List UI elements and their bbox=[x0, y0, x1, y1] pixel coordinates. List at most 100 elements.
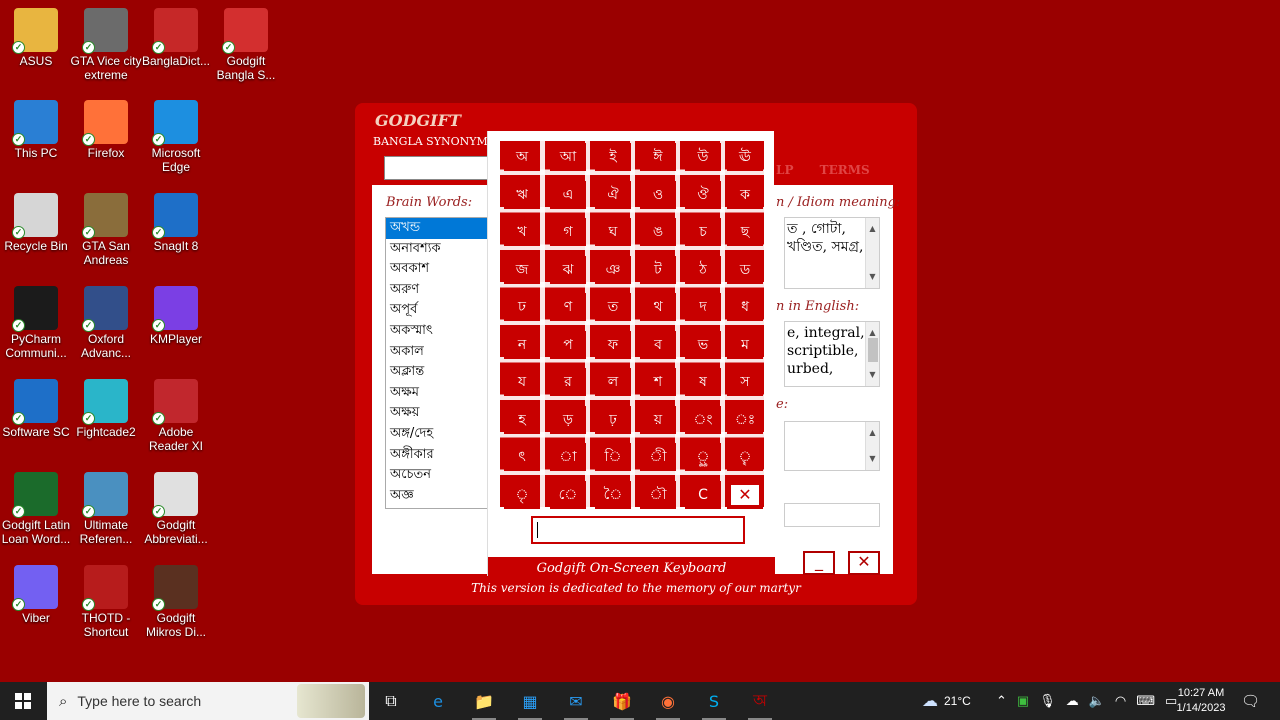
firefox-icon[interactable]: ◉ bbox=[648, 686, 688, 720]
desktop-shortcut[interactable]: ✓ Firefox bbox=[70, 100, 142, 160]
list-item[interactable]: অচেতন bbox=[386, 465, 488, 486]
keyboard-key[interactable]: ক bbox=[729, 182, 761, 207]
list-item[interactable]: অখন্ড bbox=[386, 218, 488, 239]
list-item[interactable]: অক্লান্ত bbox=[386, 362, 488, 383]
keyboard-key[interactable]: ি bbox=[597, 445, 629, 469]
list-item[interactable]: অনাবশ্যক bbox=[386, 239, 488, 260]
keyboard-key[interactable]: ঞ bbox=[597, 257, 629, 282]
store-icon[interactable]: ▦ bbox=[510, 686, 550, 720]
keyboard-key[interactable]: এ bbox=[552, 182, 584, 207]
close-button[interactable]: ✕ bbox=[848, 551, 880, 575]
desktop-shortcut[interactable]: ✓ Software SC bbox=[0, 379, 72, 439]
desktop-shortcut[interactable]: ✓ THOTD - Shortcut bbox=[70, 565, 142, 639]
keyboard-key[interactable]: উ bbox=[687, 145, 719, 169]
task-view-icon[interactable]: ⧉ bbox=[371, 686, 411, 716]
mail-icon[interactable]: ✉ bbox=[556, 686, 596, 720]
desktop-shortcut[interactable]: ✓ PyCharm Communi... bbox=[0, 286, 72, 360]
keyboard-key[interactable]: ট bbox=[642, 257, 674, 282]
scrollbar[interactable]: ▲ ▼ bbox=[865, 218, 879, 288]
desktop-shortcut[interactable]: ✓ Oxford Advanc... bbox=[70, 286, 142, 360]
desktop-shortcut[interactable]: ✓ This PC bbox=[0, 100, 72, 160]
desktop-shortcut[interactable]: ✓ Godgift Bangla S... bbox=[210, 8, 282, 82]
keyboard-key[interactable]: ন bbox=[506, 332, 538, 357]
english-meaning-box[interactable]: e, integral, scriptible, urbed, ▲ ▼ bbox=[784, 321, 880, 387]
desktop-shortcut[interactable]: ✓ Microsoft Edge bbox=[140, 100, 212, 174]
desktop-shortcut[interactable]: ✓ Godgift Latin Loan Word... bbox=[0, 472, 72, 546]
keyboard-key[interactable]: জ bbox=[506, 257, 538, 282]
keyboard-key[interactable]: হ bbox=[506, 407, 538, 432]
keyboard-key[interactable]: ঙ bbox=[642, 220, 674, 244]
keyboard-key[interactable]: ষ bbox=[687, 370, 719, 394]
cloud-sync-icon[interactable]: ☁ bbox=[1066, 693, 1079, 709]
notifications-icon[interactable]: 🗨 bbox=[1241, 682, 1260, 720]
godgift-icon[interactable]: অ bbox=[740, 686, 780, 720]
keyboard-key[interactable]: থ bbox=[642, 295, 674, 319]
language-icon[interactable]: ⌨ bbox=[1136, 693, 1155, 709]
keyboard-key[interactable]: ৗ bbox=[642, 482, 674, 507]
word-list[interactable]: অখন্ড অনাবশ্যক অবকাশ অরুণ অপূর্ব অকস্মাৎ অকাল অ… bbox=[385, 217, 489, 509]
desktop-shortcut[interactable]: ✓ Fightcade2 bbox=[70, 379, 142, 439]
keyboard-key[interactable]: ৃ bbox=[506, 482, 538, 507]
desktop-shortcut[interactable]: ✓ GTA San Andreas bbox=[70, 193, 142, 267]
keyboard-key[interactable]: ফ bbox=[597, 332, 629, 357]
keyboard-key[interactable]: ণ bbox=[552, 295, 584, 319]
volume-icon[interactable]: 🔈 bbox=[1089, 693, 1105, 709]
keyboard-key[interactable]: ম bbox=[729, 332, 761, 357]
keyboard-key[interactable]: ী bbox=[642, 445, 674, 469]
keyboard-key[interactable]: ঈ bbox=[642, 145, 674, 169]
keyboard-key[interactable]: প bbox=[552, 332, 584, 357]
fourth-field-box[interactable] bbox=[784, 503, 880, 527]
keyboard-key[interactable]: ে bbox=[552, 482, 584, 507]
keyboard-key[interactable]: ভ bbox=[687, 332, 719, 357]
keyboard-key[interactable]: ৄ bbox=[729, 445, 761, 469]
scrollbar[interactable]: ▲ ▼ bbox=[865, 322, 879, 386]
chevron-up-icon[interactable]: ⌃ bbox=[996, 693, 1007, 709]
keyboard-key[interactable]: ও bbox=[642, 182, 674, 207]
list-item[interactable]: অক্ষয় bbox=[386, 403, 488, 424]
keyboard-key[interactable]: র bbox=[552, 370, 584, 394]
list-item[interactable]: অরুণ bbox=[386, 280, 488, 301]
desktop-shortcut[interactable]: ✓ GTA Vice city extreme bbox=[70, 8, 142, 82]
keyboard-key[interactable]: ঠ bbox=[687, 257, 719, 282]
list-item[interactable]: অকাল bbox=[386, 342, 488, 363]
list-item[interactable]: অজ্ঞ bbox=[386, 486, 488, 507]
tab-terms[interactable]: TERMS bbox=[820, 163, 870, 177]
wifi-icon[interactable]: ◠ bbox=[1115, 693, 1126, 709]
keyboard-input[interactable] bbox=[531, 516, 745, 544]
keyboard-key[interactable]: ড় bbox=[552, 407, 584, 432]
minimize-button[interactable]: _ bbox=[803, 551, 835, 575]
edge-icon[interactable]: e bbox=[418, 686, 458, 716]
keyboard-key[interactable]: ই bbox=[597, 145, 629, 169]
keyboard-key[interactable]: য bbox=[506, 370, 538, 394]
list-item[interactable]: অক্ষম bbox=[386, 383, 488, 404]
start-button[interactable] bbox=[0, 682, 46, 720]
keyboard-key[interactable]: C bbox=[687, 482, 719, 507]
keyboard-key[interactable]: ঃ bbox=[729, 407, 761, 432]
file-explorer-icon[interactable]: 📁 bbox=[464, 686, 504, 720]
keyboard-key[interactable]: ড bbox=[729, 257, 761, 282]
idiom-meaning-box[interactable]: ত , গোটা, খণ্ডিত, সমগ্র, ▲ ▼ bbox=[784, 217, 880, 289]
keyboard-key[interactable]: অ bbox=[506, 145, 538, 169]
list-item[interactable]: অপূর্ব bbox=[386, 300, 488, 321]
weather-widget[interactable]: ☁ 21°C bbox=[922, 682, 971, 720]
keyboard-key[interactable]: ঘ bbox=[597, 220, 629, 244]
keyboard-key[interactable]: দ bbox=[687, 295, 719, 319]
desktop-shortcut[interactable]: ✓ Godgift Abbreviati... bbox=[140, 472, 212, 546]
keyboard-key[interactable]: ঔ bbox=[687, 182, 719, 207]
list-item[interactable]: অবকাশ bbox=[386, 259, 488, 280]
keyboard-key[interactable]: ছ bbox=[729, 220, 761, 244]
desktop-shortcut[interactable]: ✓ Recycle Bin bbox=[0, 193, 72, 253]
list-item[interactable]: অঙ্গ/দেহ bbox=[386, 424, 488, 445]
keyboard-key[interactable]: ঢ bbox=[506, 295, 538, 319]
list-item[interactable]: অঙ্গীকার bbox=[386, 445, 488, 466]
keyboard-key[interactable]: ত bbox=[597, 295, 629, 319]
keyboard-key[interactable]: ৎ bbox=[506, 445, 538, 469]
desktop-shortcut[interactable]: ✓ KMPlayer bbox=[140, 286, 212, 346]
microphone-icon[interactable]: 🎙 bbox=[1039, 693, 1056, 709]
scrollbar[interactable]: ▲ ▼ bbox=[865, 422, 879, 470]
keyboard-key[interactable]: ং bbox=[687, 407, 719, 432]
word-search-input[interactable] bbox=[384, 156, 496, 180]
keyboard-key[interactable]: ল bbox=[597, 370, 629, 394]
keyboard-key[interactable]: য় bbox=[642, 407, 674, 432]
keyboard-key[interactable]: ঐ bbox=[597, 182, 629, 207]
